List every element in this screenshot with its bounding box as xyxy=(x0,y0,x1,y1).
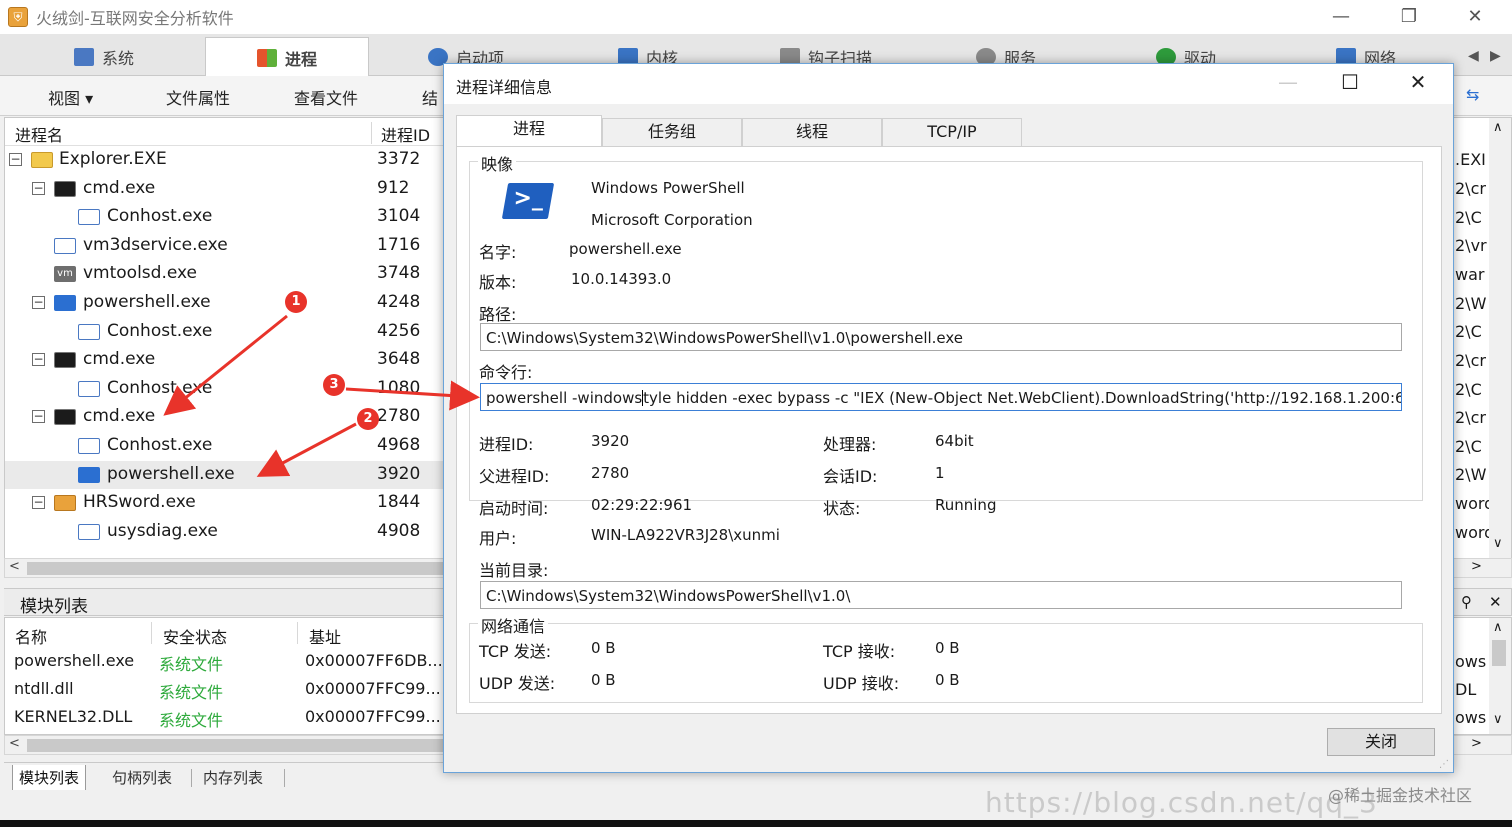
arrow-1 xyxy=(163,314,288,416)
arrow-3 xyxy=(345,380,480,411)
annotation-arrows xyxy=(163,314,480,477)
site-watermark: @稀土掘金技术社区 xyxy=(1328,786,1473,805)
url-watermark: https://blog.csdn.net/qq_3 xyxy=(985,786,1378,819)
marker-1: 1 xyxy=(285,291,307,313)
arrow-2 xyxy=(256,422,357,477)
marker-3: 3 xyxy=(323,374,345,396)
taskbar-edge xyxy=(0,820,1512,827)
marker-2: 2 xyxy=(357,408,379,430)
